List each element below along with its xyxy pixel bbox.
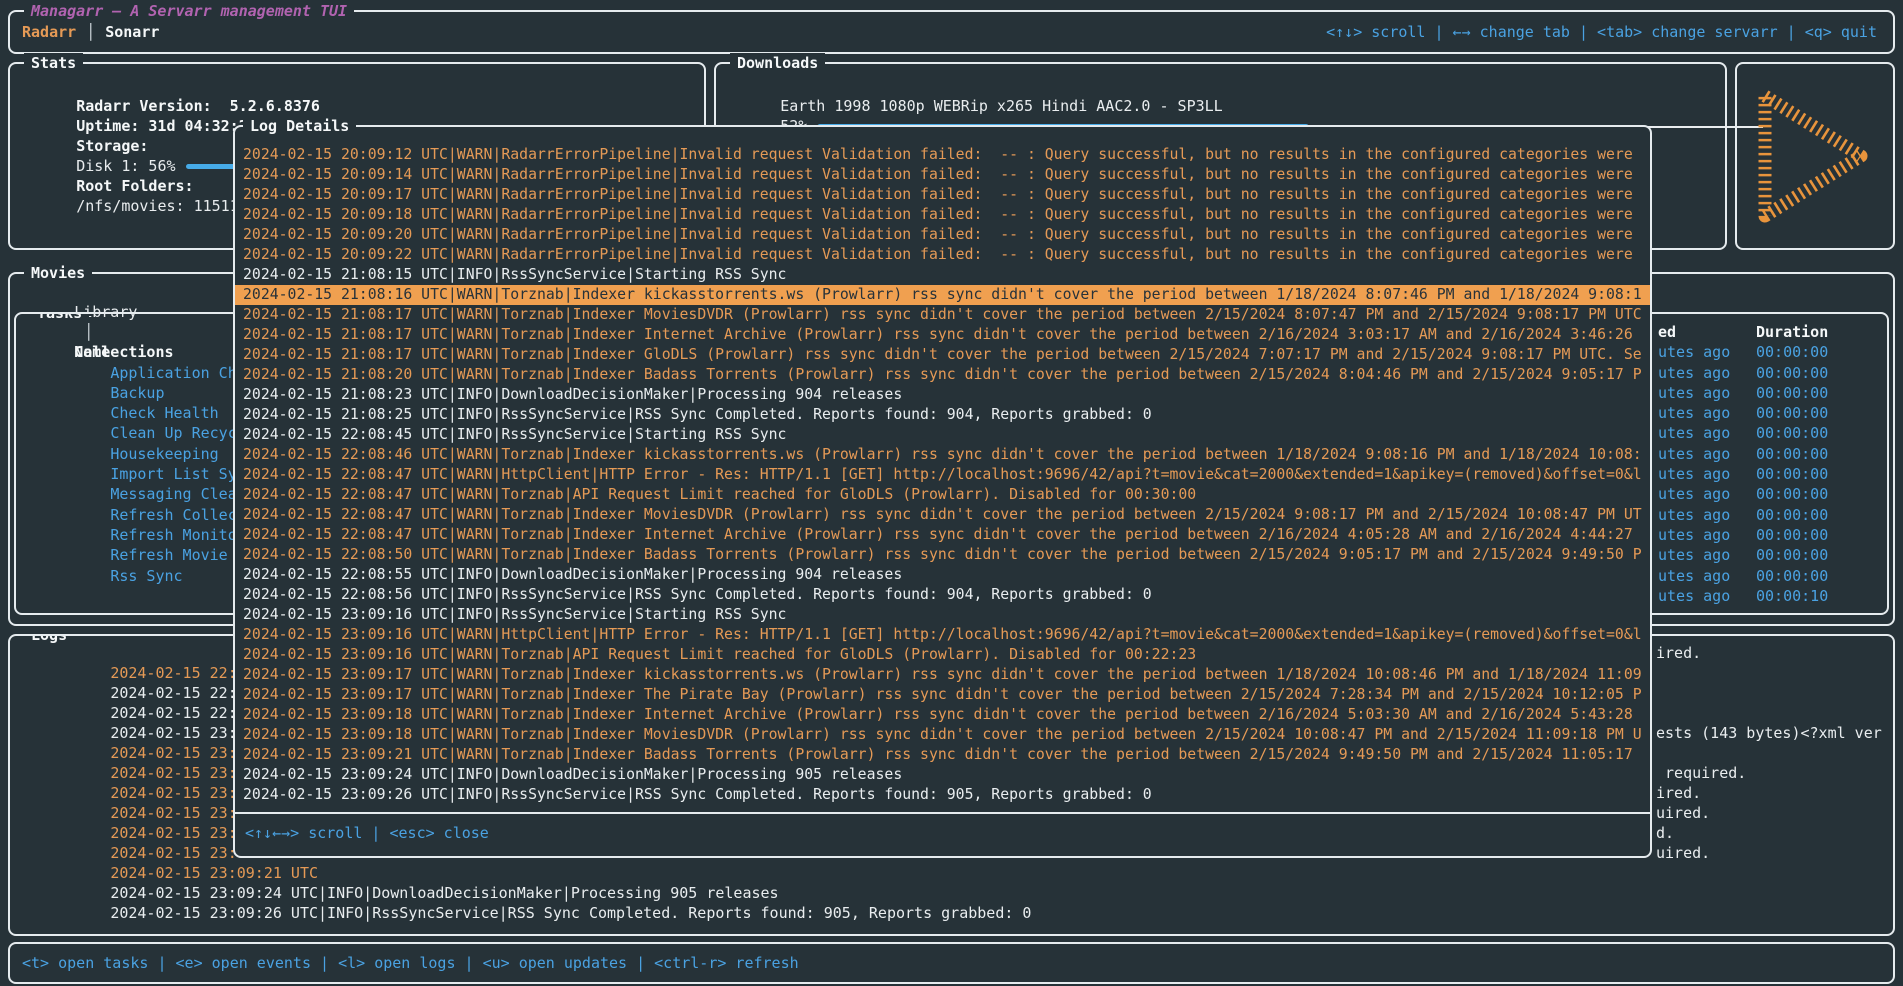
log-details-row[interactable]: 2024-02-15 23:09:26 UTC|INFO|RssSyncServ… xyxy=(243,785,1642,805)
log-details-row[interactable]: 2024-02-15 21:08:23 UTC|INFO|DownloadDec… xyxy=(243,385,1642,405)
stats-title: Stats xyxy=(24,53,83,73)
log-details-row[interactable]: 2024-02-15 23:09:16 UTC|WARN|Torznab|API… xyxy=(243,645,1642,665)
log-details-title: Log Details xyxy=(243,116,356,136)
log-row-tail-fragment: ired. xyxy=(1656,643,1701,663)
task-executed-fragment: utes ago xyxy=(1658,383,1730,403)
log-details-row[interactable]: 2024-02-15 23:09:16 UTC|WARN|HttpClient|… xyxy=(243,625,1642,645)
task-duration: 00:00:00 xyxy=(1756,363,1828,383)
log-details-row[interactable]: 2024-02-15 20:09:18 UTC|WARN|RadarrError… xyxy=(243,205,1642,225)
log-details-row[interactable]: 2024-02-15 21:08:20 UTC|WARN|Torznab|Ind… xyxy=(243,365,1642,385)
task-duration: 00:00:00 xyxy=(1756,464,1828,484)
task-executed-fragment: utes ago xyxy=(1658,566,1730,586)
task-duration: 00:00:00 xyxy=(1756,403,1828,423)
tasks-executed-header-fragment: ed xyxy=(1658,322,1676,342)
task-duration: 00:00:00 xyxy=(1756,525,1828,545)
log-details-modal: Log Details 2024-02-15 20:09:12 UTC|WARN… xyxy=(233,125,1652,858)
task-executed-fragment: utes ago xyxy=(1658,342,1730,362)
log-row-tail-fragment: ests (143 bytes)<?xml ver xyxy=(1656,723,1882,743)
task-duration: 00:00:00 xyxy=(1756,383,1828,403)
keybind-hints-bottom: <t> open tasks | <e> open events | <l> o… xyxy=(22,954,799,972)
log-details-row[interactable]: 2024-02-15 20:09:20 UTC|WARN|RadarrError… xyxy=(243,225,1642,245)
log-details-row[interactable]: 2024-02-15 22:08:47 UTC|WARN|Torznab|API… xyxy=(243,485,1642,505)
task-executed-fragment: utes ago xyxy=(1658,423,1730,443)
log-details-row[interactable]: 2024-02-15 23:09:18 UTC|WARN|Torznab|Ind… xyxy=(243,725,1642,745)
radarr-version: Radarr Version:5.2.6.8376 xyxy=(22,76,704,96)
bottom-hints-panel: <t> open tasks | <e> open events | <l> o… xyxy=(8,942,1895,984)
log-row-tail-fragment: d. xyxy=(1656,823,1674,843)
task-duration: 00:00:00 xyxy=(1756,505,1828,525)
log-row[interactable]: 2024-02-15 23:09:26 UTC|INFO|RssSyncServ… xyxy=(20,883,1893,903)
log-row-tail-fragment: required. xyxy=(1656,763,1746,783)
task-duration: 00:00:00 xyxy=(1756,444,1828,464)
log-details-row[interactable]: 2024-02-15 20:09:22 UTC|WARN|RadarrError… xyxy=(243,245,1642,265)
log-details-row[interactable]: 2024-02-15 21:08:17 UTC|WARN|Torznab|Ind… xyxy=(243,305,1642,325)
task-duration: 00:00:00 xyxy=(1756,423,1828,443)
log-row[interactable]: 2024-02-15 23:09:24 UTC|INFO|DownloadDec… xyxy=(20,863,1893,883)
log-row-tail-fragment: uired. xyxy=(1656,843,1710,863)
log-details-row[interactable]: 2024-02-15 20:09:12 UTC|WARN|RadarrError… xyxy=(243,145,1642,165)
task-executed-fragment: utes ago xyxy=(1658,505,1730,525)
managarr-logo-icon xyxy=(1749,76,1881,236)
log-details-row[interactable]: 2024-02-15 22:08:56 UTC|INFO|RssSyncServ… xyxy=(243,585,1642,605)
log-details-row[interactable]: 2024-02-15 21:08:17 UTC|WARN|Torznab|Ind… xyxy=(243,325,1642,345)
task-executed-fragment: utes ago xyxy=(1658,525,1730,545)
log-details-row[interactable]: 2024-02-15 21:08:15 UTC|INFO|RssSyncServ… xyxy=(243,265,1642,285)
log-details-list[interactable]: 2024-02-15 20:09:12 UTC|WARN|RadarrError… xyxy=(235,145,1650,805)
log-details-row[interactable]: 2024-02-15 23:09:24 UTC|INFO|DownloadDec… xyxy=(243,765,1642,785)
task-duration: 00:00:00 xyxy=(1756,566,1828,586)
task-duration: 00:00:10 xyxy=(1756,586,1828,606)
log-details-row[interactable]: 2024-02-15 23:09:21 UTC|WARN|Torznab|Ind… xyxy=(243,745,1642,765)
log-details-footer: <↑↓←→> scroll | <esc> close xyxy=(235,812,1650,856)
log-details-row[interactable]: 2024-02-15 22:08:55 UTC|INFO|DownloadDec… xyxy=(243,565,1642,585)
tab-separator: │ xyxy=(76,23,105,41)
log-details-row[interactable]: 2024-02-15 20:09:17 UTC|WARN|RadarrError… xyxy=(243,185,1642,205)
log-row-text: 2024-02-15 23:09:26 UTC|INFO|RssSyncServ… xyxy=(110,904,1031,922)
downloads-title: Downloads xyxy=(730,53,825,73)
log-details-row[interactable]: 2024-02-15 22:08:47 UTC|WARN|HttpClient|… xyxy=(243,465,1642,485)
logo-panel xyxy=(1735,62,1895,250)
log-details-row[interactable]: 2024-02-15 23:09:16 UTC|INFO|RssSyncServ… xyxy=(243,605,1642,625)
task-duration: 00:00:00 xyxy=(1756,545,1828,565)
log-details-row[interactable]: 2024-02-15 22:08:47 UTC|WARN|Torznab|Ind… xyxy=(243,525,1642,545)
movies-title: Movies xyxy=(24,263,92,283)
log-row-tail-fragment: ired. xyxy=(1656,783,1701,803)
task-duration: 00:00:00 xyxy=(1756,484,1828,504)
task-executed-fragment: utes ago xyxy=(1658,586,1730,606)
log-details-row[interactable]: 2024-02-15 23:09:17 UTC|WARN|Torznab|Ind… xyxy=(243,665,1642,685)
log-details-row[interactable]: 2024-02-15 20:09:14 UTC|WARN|RadarrError… xyxy=(243,165,1642,185)
log-details-row[interactable]: 2024-02-15 22:08:47 UTC|WARN|Torznab|Ind… xyxy=(243,505,1642,525)
tab-radarr[interactable]: Radarr xyxy=(22,23,76,41)
log-details-row[interactable]: 2024-02-15 22:08:45 UTC|INFO|RssSyncServ… xyxy=(243,425,1642,445)
task-executed-fragment: utes ago xyxy=(1658,403,1730,423)
log-details-row[interactable]: 2024-02-15 21:08:25 UTC|INFO|RssSyncServ… xyxy=(243,405,1642,425)
log-details-row[interactable]: 2024-02-15 21:08:16 UTC|WARN|Torznab|Ind… xyxy=(235,285,1650,305)
log-details-row[interactable]: 2024-02-15 23:09:17 UTC|WARN|Torznab|Ind… xyxy=(243,685,1642,705)
download-item[interactable]: Earth 1998 1080p WEBRip x265 Hindi AAC2.… xyxy=(726,76,1725,96)
app-title: Managarr — A Servarr management TUI xyxy=(24,1,354,21)
task-executed-fragment: utes ago xyxy=(1658,444,1730,464)
log-details-row[interactable]: 2024-02-15 22:08:50 UTC|WARN|Torznab|Ind… xyxy=(243,545,1642,565)
task-executed-fragment: utes ago xyxy=(1658,484,1730,504)
task-executed-fragment: utes ago xyxy=(1658,464,1730,484)
log-details-row[interactable]: 2024-02-15 22:08:46 UTC|WARN|Torznab|Ind… xyxy=(243,445,1642,465)
header-panel: Managarr — A Servarr management TUI Rada… xyxy=(8,10,1895,54)
tasks-duration-header: Duration xyxy=(1756,322,1828,342)
log-row-tail-fragment: uired. xyxy=(1656,803,1710,823)
task-executed-fragment: utes ago xyxy=(1658,545,1730,565)
log-details-row[interactable]: 2024-02-15 21:08:17 UTC|WARN|Torznab|Ind… xyxy=(243,345,1642,365)
task-duration: 00:00:00 xyxy=(1756,342,1828,362)
managarr-screen: Managarr — A Servarr management TUI Rada… xyxy=(0,0,1903,986)
tab-sonarr[interactable]: Sonarr xyxy=(105,23,159,41)
keybind-hints-top: <↑↓> scroll | ←→ change tab | <tab> chan… xyxy=(1326,23,1877,41)
keybind-hints-modal: <↑↓←→> scroll | <esc> close xyxy=(235,814,1650,842)
task-executed-fragment: utes ago xyxy=(1658,363,1730,383)
log-details-row[interactable]: 2024-02-15 23:09:18 UTC|WARN|Torznab|Ind… xyxy=(243,705,1642,725)
